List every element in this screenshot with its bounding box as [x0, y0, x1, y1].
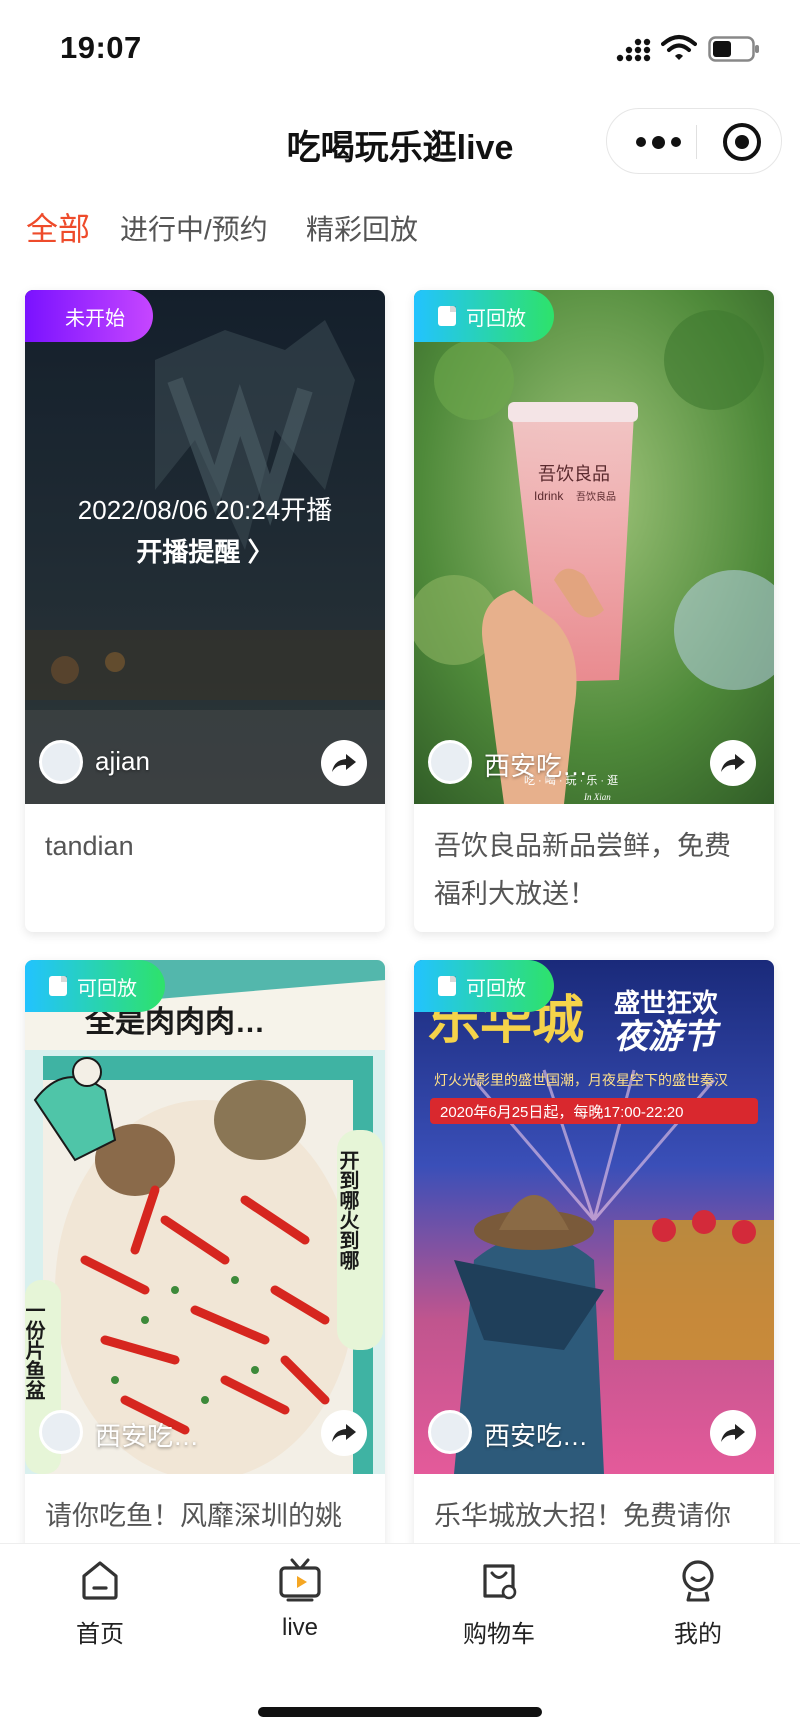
share-button[interactable] — [321, 1410, 367, 1456]
share-icon — [332, 1424, 356, 1442]
replay-doc-icon — [438, 306, 456, 326]
card-title: tandian — [45, 831, 134, 861]
tab-home-label: 首页 — [76, 1621, 124, 1648]
replay-doc-icon — [438, 976, 456, 996]
status-badge-label: 未开始 — [65, 307, 125, 330]
share-icon — [721, 1424, 745, 1442]
cellular-signal-icon — [616, 38, 651, 62]
tab-live-and-booking[interactable]: 进行中/预约 — [120, 208, 268, 248]
status-badge-label: 可回放 — [466, 977, 526, 1000]
cup-brand-sub: 吾饮良品 — [576, 490, 616, 503]
tab-all[interactable]: 全部 — [26, 204, 90, 250]
live-card[interactable]: 乐华城 盛世狂欢 夜游节 灯火光影里的盛世国潮，月夜星空下的盛世秦汉 2020年… — [414, 960, 774, 1602]
poster-sub2: 夜游节 — [614, 1018, 722, 1056]
status-badge-label: 可回放 — [466, 307, 526, 330]
tab-cart[interactable]: 购物车 — [429, 1556, 569, 1649]
card-cover: 乐华城 盛世狂欢 夜游节 灯火光影里的盛世国潮，月夜星空下的盛世秦汉 2020年… — [414, 960, 774, 1474]
remind-button[interactable]: 开播提醒 〉 — [25, 532, 385, 569]
share-icon — [721, 754, 745, 772]
home-indicator — [258, 1707, 542, 1717]
poster-left-text: 一份片鱼盆 — [25, 1300, 45, 1400]
avatar — [428, 740, 472, 784]
share-button[interactable] — [321, 740, 367, 786]
start-time: 2022/08/06 20:24开播 — [77, 495, 333, 525]
tab-cart-label: 购物车 — [463, 1621, 535, 1648]
status-bar: 19:07 — [0, 0, 800, 100]
tab-live-label: live — [281, 1614, 318, 1641]
caption-sub: In Xian — [583, 792, 611, 802]
tab-replay[interactable]: 精彩回放 — [306, 208, 418, 248]
avatar — [39, 1410, 83, 1454]
card-title: 吾饮良品新品尝鲜，免费福利大放送！ — [434, 831, 731, 909]
card-cover: 全是肉肉肉… 开到哪火到哪 一份片鱼盆 可回放 西安吃… — [25, 960, 385, 1474]
poster-line2: 2020年6月25日起，每晚17:00-22:20 — [440, 1104, 683, 1121]
replay-doc-icon — [49, 976, 67, 996]
status-badge: 可回放 — [25, 960, 165, 1012]
home-icon — [82, 1561, 118, 1600]
share-button[interactable] — [710, 1410, 756, 1456]
author-name: 西安吃… — [484, 1421, 589, 1451]
share-button[interactable] — [710, 740, 756, 786]
tv-icon — [279, 1558, 321, 1602]
more-icon[interactable] — [633, 129, 683, 155]
bottom-tab-bar: 首页 live 购物车 我的 — [0, 1543, 800, 1731]
wifi-icon — [661, 35, 697, 60]
cup-brand: 吾饮良品 — [538, 464, 610, 484]
cover-image: 乐华城 盛世狂欢 夜游节 灯火光影里的盛世国潮，月夜星空下的盛世秦汉 2020年… — [414, 960, 774, 1474]
status-time: 19:07 — [60, 30, 142, 65]
battery-icon — [708, 36, 759, 62]
cover-image: 吾饮良品 Idrink 吾饮良品 吃 · 喝 · 玩 · 乐 · 逛 In Xi… — [414, 290, 774, 804]
filter-tabs: 全部 进行中/预约 精彩回放 — [0, 200, 800, 260]
cup-brand-en: Idrink — [534, 489, 564, 503]
status-badge-label: 可回放 — [77, 977, 137, 1000]
tab-home[interactable]: 首页 — [30, 1556, 170, 1649]
live-card[interactable]: 吾饮良品 Idrink 吾饮良品 吃 · 喝 · 玩 · 乐 · 逛 In Xi… — [414, 290, 774, 932]
card-cover: 未开始 2022/08/06 20:24开播 开播提醒 〉 ajian — [25, 290, 385, 804]
nav-bar: 吃喝玩乐逛live — [0, 100, 800, 190]
close-miniprogram-icon[interactable] — [723, 123, 761, 161]
poster-side-text: 开到哪火到哪 — [336, 1150, 359, 1271]
tab-live[interactable]: live — [230, 1556, 370, 1642]
cover-image: 全是肉肉肉… 开到哪火到哪 一份片鱼盆 — [25, 960, 385, 1474]
miniprogram-capsule — [606, 108, 782, 174]
live-card[interactable]: 未开始 2022/08/06 20:24开播 开播提醒 〉 ajian tand… — [25, 290, 385, 932]
capsule-divider — [696, 125, 697, 159]
author-name: ajian — [95, 746, 150, 776]
poster-line1: 灯火光影里的盛世国潮，月夜星空下的盛世秦汉 — [434, 1072, 728, 1088]
poster-sub1: 盛世狂欢 — [614, 988, 719, 1018]
status-badge: 未开始 — [25, 290, 153, 342]
tab-profile-label: 我的 — [674, 1621, 722, 1648]
status-badge: 可回放 — [414, 960, 554, 1012]
share-icon — [332, 754, 356, 772]
avatar — [428, 1410, 472, 1454]
tab-profile[interactable]: 我的 — [628, 1556, 768, 1649]
author-name: 西安吃… — [95, 1421, 200, 1451]
live-card[interactable]: 全是肉肉肉… 开到哪火到哪 一份片鱼盆 可回放 西安吃… 请你吃鱼！风靡深圳的姚 — [25, 960, 385, 1602]
avatar — [39, 740, 83, 784]
profile-icon — [682, 1560, 714, 1602]
author-name: 西安吃… — [484, 751, 589, 781]
cart-icon — [483, 1564, 517, 1600]
card-cover: 吾饮良品 Idrink 吾饮良品 吃 · 喝 · 玩 · 乐 · 逛 In Xi… — [414, 290, 774, 804]
status-badge: 可回放 — [414, 290, 554, 342]
